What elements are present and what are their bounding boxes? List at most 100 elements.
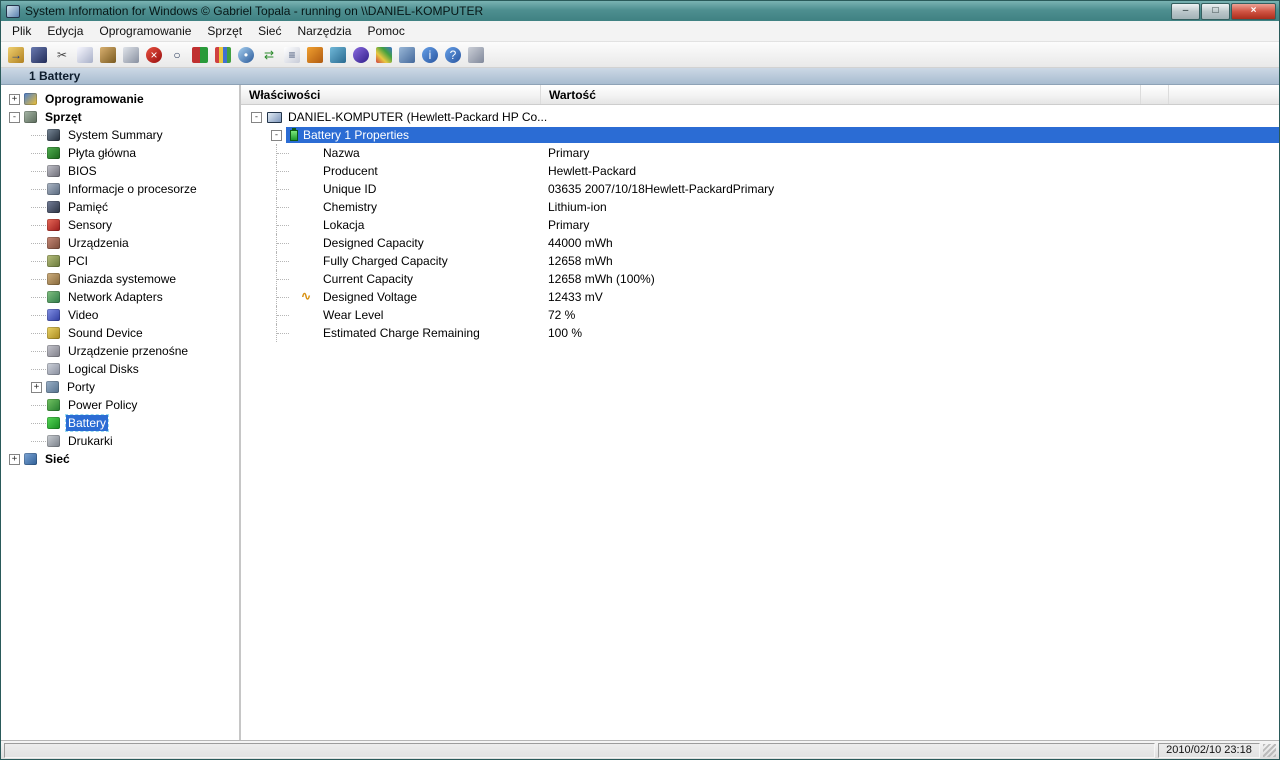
menu-bar: Plik Edycja Oprogramowanie Sprzęt Sieć Narzęd… [1, 21, 1279, 42]
grid-icon[interactable] [376, 46, 392, 63]
sidebar-item-bios[interactable]: BIOS [1, 162, 239, 180]
tree-guide [31, 188, 46, 190]
sidebar-item-sensory[interactable]: Sensory [1, 216, 239, 234]
menu-item-sprz-t[interactable]: Sprzęt [199, 21, 250, 41]
sidebar-item-gniazda-systemowe[interactable]: Gniazda systemowe [1, 270, 239, 288]
menu-item-oprogramowanie[interactable]: Oprogramowanie [91, 21, 199, 41]
sidebar-item-porty[interactable]: + Porty [1, 378, 239, 396]
sidebar-item-label: PCI [68, 254, 89, 268]
sidebar-item-battery[interactable]: Battery [1, 414, 239, 432]
property-row[interactable]: Unique ID 03635 2007/10/18Hewlett-Packard… [241, 180, 1279, 198]
property-row[interactable]: Estimated Charge Remaining 100 % [241, 324, 1279, 342]
sidebar-item-sprz-t[interactable]: - Sprzęt [1, 108, 239, 126]
report-icon[interactable]: ≡ [284, 46, 300, 63]
save-icon[interactable] [31, 46, 47, 63]
battery-group-row[interactable]: - Battery 1 Properties [241, 126, 1279, 144]
sidebar-item-pami[interactable]: Pamięć [1, 198, 239, 216]
property-value: Primary [548, 218, 590, 232]
sidebar-item-pci[interactable]: PCI [1, 252, 239, 270]
property-name: Chemistry [323, 200, 378, 214]
property-row[interactable]: Current Capacity 12658 mWh (100%) [241, 270, 1279, 288]
maximize-button[interactable]: □ [1201, 2, 1230, 20]
sidebar-item-logical-disks[interactable]: Logical Disks [1, 360, 239, 378]
collapse-icon[interactable]: - [251, 111, 262, 123]
screen-icon[interactable] [192, 46, 208, 63]
sidebar-item-informacje-o-procesorze[interactable]: Informacje o procesorze [1, 180, 239, 198]
menu-item-plik[interactable]: Plik [4, 21, 39, 41]
column-header-properties[interactable]: Właściwości [241, 85, 541, 104]
property-value: 12433 mV [548, 290, 603, 304]
toolbar: → ✂ × ○ • ⇄ ≡ i? [1, 42, 1279, 68]
sidebar-item-sound-device[interactable]: Sound Device [1, 324, 239, 342]
sidebar-item-urz-dzenia[interactable]: Urządzenia [1, 234, 239, 252]
sidebar-item-power-policy[interactable]: Power Policy [1, 396, 239, 414]
column-header-value[interactable]: Wartość [541, 85, 1141, 104]
resize-grip[interactable] [1263, 743, 1276, 757]
sidebar-item-p-yta-g-wna[interactable]: Płyta główna [1, 144, 239, 162]
sidebar-item-label: Porty [67, 380, 96, 394]
expand-icon[interactable]: + [31, 381, 42, 393]
tree-guide [31, 440, 46, 442]
sidebar-item-network-adapters[interactable]: Network Adapters [1, 288, 239, 306]
sidebar-item-label: Urządzenie przenośne [68, 344, 189, 358]
property-row[interactable]: Lokacja Primary [241, 216, 1279, 234]
property-row[interactable]: Chemistry Lithium-ion [241, 198, 1279, 216]
menu-item-edycja[interactable]: Edycja [39, 21, 91, 41]
expand-icon[interactable]: + [9, 93, 20, 105]
property-row[interactable]: Fully Charged Capacity 12658 mWh [241, 252, 1279, 270]
refresh-icon[interactable]: ⇄ [261, 47, 277, 63]
menu-item-sie[interactable]: Sieć [250, 21, 289, 41]
sidebar-item-system-summary[interactable]: System Summary [1, 126, 239, 144]
property-row[interactable]: ∿ Designed Voltage 12433 mV [241, 288, 1279, 306]
computer-row[interactable]: - DANIEL-KOMPUTER (Hewlett-Packard HP Co.… [241, 108, 1279, 126]
property-name: Fully Charged Capacity [323, 254, 448, 268]
document-icon[interactable] [330, 46, 346, 63]
cut-icon[interactable]: ✂ [54, 47, 70, 63]
menu-item-narz-dzia[interactable]: Narzędzia [289, 21, 359, 41]
tree-guide [31, 332, 46, 334]
copy-icon[interactable] [77, 46, 93, 63]
sidebar-item-sie[interactable]: + Sieć [1, 450, 239, 468]
sidebar-item-urz-dzenie-przeno-ne[interactable]: Urządzenie przenośne [1, 342, 239, 360]
property-row[interactable]: Wear Level 72 % [241, 306, 1279, 324]
menu-item-pomoc[interactable]: Pomoc [359, 21, 412, 41]
close-button[interactable]: × [1231, 2, 1276, 20]
sphere-icon[interactable] [353, 46, 369, 63]
window-title: System Information for Windows © Gabriel… [25, 4, 484, 18]
paste-icon[interactable] [100, 46, 116, 63]
tree-guide [31, 296, 46, 298]
help-icon[interactable]: ? [445, 46, 461, 63]
tree-guide [31, 242, 46, 244]
status-message-pane [4, 742, 1155, 758]
info-icon[interactable]: i [422, 46, 438, 63]
sidebar-item-label: Power Policy [68, 398, 138, 412]
printer2-icon[interactable] [468, 46, 484, 63]
sidebar-item-drukarki[interactable]: Drukarki [1, 432, 239, 450]
chart-icon[interactable] [215, 46, 231, 63]
pci-icon [47, 255, 60, 267]
property-row[interactable]: Producent Hewlett-Packard [241, 162, 1279, 180]
database-icon[interactable] [399, 46, 415, 63]
tv-icon[interactable] [307, 46, 323, 63]
property-name: Designed Capacity [323, 236, 424, 250]
cd-icon[interactable]: • [238, 46, 254, 63]
print-icon[interactable] [123, 46, 139, 63]
search-icon[interactable]: ○ [169, 47, 185, 63]
collapse-icon[interactable]: - [9, 111, 20, 123]
tree-guide [31, 404, 46, 406]
sidebar-item-label: Sprzęt [45, 110, 82, 124]
expand-icon[interactable]: + [9, 453, 20, 465]
property-row[interactable]: Nazwa Primary [241, 144, 1279, 162]
sidebar-item-oprogramowanie[interactable]: + Oprogramowanie [1, 90, 239, 108]
exit-icon[interactable]: → [8, 46, 24, 63]
property-value: Lithium-ion [548, 200, 607, 214]
collapse-icon[interactable]: - [271, 129, 282, 141]
property-value: 44000 mWh [548, 236, 613, 250]
battery-group-label: Battery 1 Properties [303, 128, 410, 142]
property-row[interactable]: Designed Capacity 44000 mWh [241, 234, 1279, 252]
stop-icon[interactable]: × [146, 46, 162, 63]
sidebar-item-video[interactable]: Video [1, 306, 239, 324]
property-name: Estimated Charge Remaining [323, 326, 480, 340]
sidebar-item-label: Sieć [45, 452, 70, 466]
minimize-button[interactable]: – [1171, 2, 1200, 20]
